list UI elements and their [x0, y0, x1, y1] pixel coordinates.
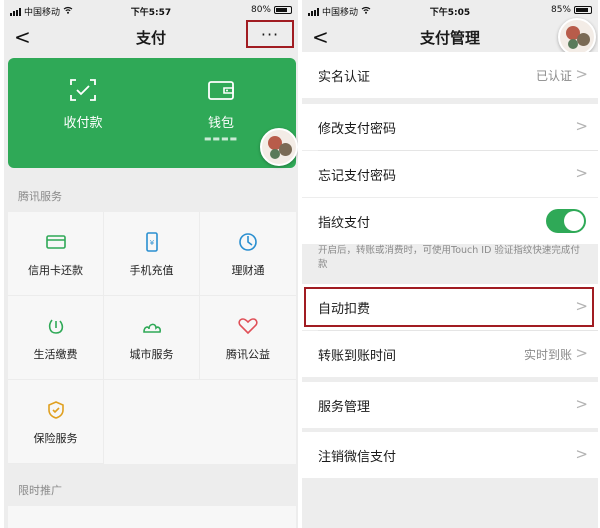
wealth-icon — [237, 232, 259, 252]
section-tencent-services: 腾讯服务 — [18, 190, 62, 203]
row-label: 指纹支付 — [318, 216, 371, 231]
cancel-wechat-pay-row[interactable]: 注销微信支付 > — [302, 432, 598, 478]
auto-deduct-row[interactable]: 自动扣费 > — [302, 284, 598, 330]
credit-card-icon — [45, 232, 67, 252]
phone-icon: ¥ — [141, 232, 163, 252]
row-label: 服务管理 — [318, 400, 371, 415]
city-icon — [141, 316, 163, 336]
row-label: 实名认证 — [318, 70, 371, 85]
change-password-row[interactable]: 修改支付密码 > — [302, 104, 598, 150]
chevron-right-icon: > — [575, 344, 588, 362]
wallet-label: 钱包 — [207, 116, 234, 131]
chevron-right-icon: > — [575, 65, 588, 83]
charity-heart-icon — [237, 316, 259, 336]
service-label: 信用卡还款 — [28, 264, 83, 277]
battery-percent: 80% — [250, 5, 271, 15]
row-label: 自动扣费 — [318, 302, 371, 317]
wallet-icon — [207, 78, 235, 102]
realname-auth-row[interactable]: 实名认证 已认证 > — [302, 52, 598, 98]
row-value: 实时到账 — [523, 348, 572, 362]
service-credit-card[interactable]: 信用卡还款 — [8, 212, 104, 296]
receive-pay-button[interactable]: 收付款 — [23, 78, 143, 131]
forgot-password-row[interactable]: 忘记支付密码 > — [302, 151, 598, 197]
floating-avatar[interactable] — [260, 128, 298, 166]
nav-bar: < 支付 ··· — [4, 20, 298, 52]
more-options-button[interactable]: ··· — [246, 20, 294, 48]
wallet-button[interactable]: 钱包 ▬▬▬▬ — [161, 78, 281, 143]
service-label: 手机充值 — [129, 264, 174, 277]
status-bar: 中国移动 下午5:05 85% — [302, 0, 598, 20]
service-label: 城市服务 — [129, 348, 174, 361]
payment-card: 收付款 钱包 ▬▬▬▬ — [8, 58, 296, 168]
right-phone-screen: 中国移动 下午5:05 85% < 支付管理 实名认证 已认证 > 修改支付密码… — [302, 0, 598, 528]
insurance-icon — [45, 400, 67, 420]
service-label: 生活缴费 — [33, 348, 78, 361]
services-grid: 信用卡还款 ¥ 手机充值 理财通 生活缴费 城市服务 腾讯公益 保险服务 — [8, 212, 296, 464]
receive-pay-label: 收付款 — [63, 116, 103, 131]
row-label: 修改支付密码 — [318, 122, 397, 137]
chevron-right-icon: > — [575, 445, 588, 463]
row-label: 忘记支付密码 — [318, 169, 397, 184]
service-label: 保险服务 — [33, 432, 78, 445]
promotions-panel — [8, 506, 296, 528]
row-label: 转账到账时间 — [318, 349, 397, 364]
transfer-time-row[interactable]: 转账到账时间 实时到账 > — [302, 331, 598, 377]
chevron-right-icon: > — [575, 297, 588, 315]
chevron-right-icon: > — [575, 117, 588, 135]
nav-bar: < 支付管理 — [302, 20, 598, 52]
service-insurance[interactable]: 保险服务 — [8, 380, 104, 464]
row-value: 已认证 — [535, 69, 572, 83]
chevron-right-icon: > — [575, 164, 588, 182]
service-wealth[interactable]: 理财通 — [200, 212, 296, 296]
service-phone-topup[interactable]: ¥ 手机充值 — [104, 212, 200, 296]
fingerprint-note: 开启后，转账或消费时，可使用Touch ID 验证指纹快速完成付款 — [318, 245, 580, 270]
service-label: 腾讯公益 — [226, 348, 270, 361]
battery-icon — [574, 6, 592, 14]
battery-icon — [274, 6, 292, 14]
row-label: 注销微信支付 — [318, 450, 397, 465]
floating-avatar[interactable] — [558, 18, 596, 56]
service-label: 理财通 — [231, 264, 265, 277]
scan-qr-icon — [69, 78, 97, 102]
chevron-right-icon: > — [575, 395, 588, 413]
utilities-icon — [45, 316, 67, 336]
service-management-row[interactable]: 服务管理 > — [302, 382, 598, 428]
left-phone-screen: 中国移动 下午5:57 80% < 支付 ··· 收付款 钱包 ▬▬▬▬ 腾讯服… — [4, 0, 298, 528]
fingerprint-pay-row: 指纹支付 — [302, 198, 598, 244]
section-promotions: 限时推广 — [18, 484, 62, 497]
service-utilities[interactable]: 生活缴费 — [8, 296, 104, 380]
svg-text:¥: ¥ — [149, 239, 154, 247]
service-charity[interactable]: 腾讯公益 — [200, 296, 296, 380]
service-city[interactable]: 城市服务 — [104, 296, 200, 380]
status-bar: 中国移动 下午5:57 80% — [4, 0, 298, 20]
fingerprint-toggle[interactable] — [546, 209, 586, 233]
battery-percent: 85% — [550, 5, 571, 15]
page-title: 支付管理 — [419, 29, 480, 47]
